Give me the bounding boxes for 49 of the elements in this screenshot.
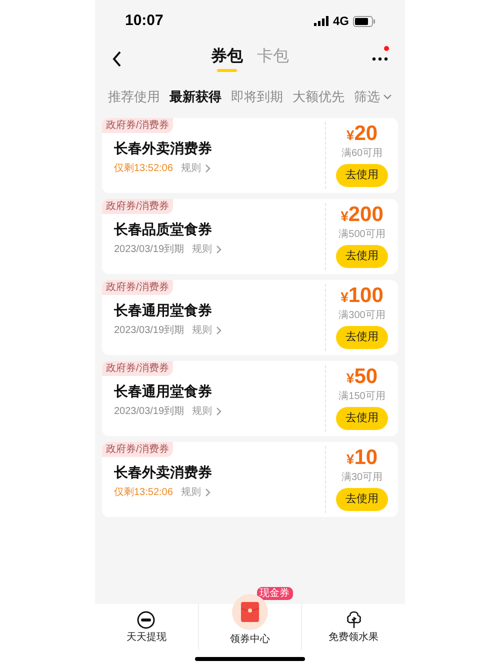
caret-icon (383, 94, 392, 100)
coupon-condition: 满30可用 (341, 471, 383, 484)
coupon-title: 长春通用堂食券 (114, 301, 212, 320)
coupon-tag: 政府券/消费券 (102, 199, 173, 214)
coupon-amount: ¥200 (340, 203, 384, 228)
countdown-text: 仅剩13:52:06 (114, 486, 173, 500)
coupon-condition: 满300可用 (338, 309, 386, 322)
status-time: 10:07 (125, 10, 164, 31)
countdown-text: 仅剩13:52:06 (114, 162, 173, 176)
nav-item[interactable]: 免费领水果 (328, 604, 379, 650)
chevron-icon (204, 164, 211, 173)
coupon-title: 长春品质堂食券 (114, 220, 212, 239)
coupon-condition: 满150可用 (338, 390, 386, 403)
signal-icon (314, 16, 329, 26)
use-button[interactable]: 去使用 (336, 245, 388, 268)
coupon-condition: 满500可用 (338, 228, 386, 241)
use-button[interactable]: 去使用 (336, 326, 388, 349)
expiry-date: 2023/03/19到期 (114, 404, 184, 419)
use-button[interactable]: 去使用 (336, 407, 388, 430)
expiry-date: 2023/03/19到期 (114, 242, 184, 257)
coupon-condition: 满60可用 (341, 147, 383, 160)
coupon-tag: 政府券/消费券 (102, 442, 173, 457)
nav-item[interactable]: 领券中心 (230, 634, 270, 646)
coupon-tag: 政府券/消费券 (102, 280, 173, 295)
coin-icon (137, 610, 156, 628)
use-button[interactable]: 去使用 (336, 164, 388, 187)
tree-icon (346, 610, 362, 628)
nav-item[interactable]: 天天提现 (126, 604, 166, 650)
coupon-tag: 政府券/消费券 (102, 361, 173, 376)
coupon-title: 长春外卖消费券 (114, 463, 212, 482)
filter-tab[interactable]: 最新获得 (170, 87, 222, 107)
network-label: 4G (332, 13, 349, 30)
coupon-title: 长春外卖消费券 (114, 139, 212, 158)
coupon-tag: 政府券/消费券 (102, 118, 173, 133)
chevron-icon (216, 407, 222, 416)
battery-icon (353, 16, 375, 26)
coupon-amount: ¥100 (340, 284, 384, 309)
coupon-amount: ¥50 (346, 365, 378, 390)
more-icon (372, 57, 388, 61)
tab[interactable]: 券包 (211, 46, 243, 72)
chevron-icon (216, 245, 222, 254)
expiry-date: 2023/03/19到期 (114, 324, 184, 338)
cash-coupon-badge: 现金券 (256, 587, 293, 600)
use-button[interactable]: 去使用 (336, 488, 388, 511)
coupon-title: 长春通用堂食券 (114, 382, 212, 401)
chevron-icon (204, 488, 211, 497)
coupon-amount: ¥10 (346, 446, 378, 471)
chevron-icon (216, 326, 222, 335)
coupon-amount: ¥20 (346, 122, 378, 147)
